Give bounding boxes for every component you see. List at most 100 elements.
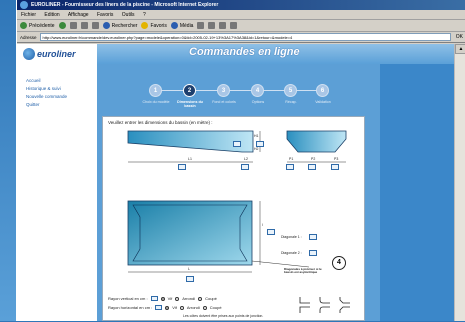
rayon-horizontal-row: Rayon horizontal en cm : Vif Arrondi Cou… <box>108 305 222 310</box>
logo-text: euroliner <box>37 49 76 59</box>
step-3[interactable]: 3 <box>217 84 230 97</box>
home-icon[interactable] <box>91 22 99 29</box>
corner-vif-icon <box>299 297 310 304</box>
label-p1: P1 <box>289 157 294 161</box>
step-4-label: Options <box>251 100 265 104</box>
step-4[interactable]: 4 <box>251 84 264 97</box>
mail-icon[interactable] <box>208 22 216 29</box>
step-1-label: Choix du modèle <box>142 100 170 104</box>
rayon-horizontal-radio-vif[interactable] <box>165 305 170 310</box>
rayon-horizontal-radio-arrondi[interactable] <box>179 305 184 310</box>
rayon-horizontal-input[interactable] <box>155 305 163 310</box>
corner-arrondi-icon <box>319 297 330 304</box>
rayon-vertical-input[interactable] <box>150 296 158 301</box>
screen: EUROLINER - Fournisseur des liners de la… <box>0 0 465 321</box>
browser-scrollbar[interactable]: ▲ <box>454 44 465 321</box>
step-marker: 4 <box>332 256 346 270</box>
rayon-vertical-radio-vif[interactable] <box>160 296 165 301</box>
menu-edition[interactable]: Edition <box>44 12 59 18</box>
step-5[interactable]: 5 <box>284 84 297 97</box>
step-1[interactable]: 1 <box>149 84 162 97</box>
rayon-vertical-radio-coupe[interactable] <box>198 296 203 301</box>
dim-input-h1[interactable] <box>233 141 241 147</box>
rayon-vertical-arrondi-label: Arrondi <box>182 296 196 301</box>
rayon-vertical-radio-arrondi[interactable] <box>175 296 180 301</box>
logo[interactable]: euroliner <box>23 48 76 60</box>
rayon-horizontal-vif-label: Vif <box>172 305 177 310</box>
media-label: Média <box>179 22 194 29</box>
menu-affichage[interactable]: Affichage <box>68 12 89 18</box>
media-button[interactable]: Média <box>170 20 194 32</box>
search-label: Rechercher <box>111 22 138 29</box>
ie-icon <box>20 1 28 9</box>
sidebar: euroliner Accueil Historique & suivi Nou… <box>17 44 97 321</box>
edit-icon[interactable] <box>230 22 238 29</box>
refresh-icon[interactable] <box>80 22 88 29</box>
top-view-shape <box>127 200 253 266</box>
dim-input-width[interactable] <box>267 229 275 235</box>
page-title: Commandes en ligne <box>189 46 300 58</box>
sidebar-item-accueil[interactable]: Accueil <box>26 77 67 85</box>
forward-arrow-icon[interactable] <box>58 22 66 29</box>
back-arrow-icon <box>20 22 27 29</box>
dim-input-p2[interactable] <box>308 164 316 170</box>
right-strip <box>380 64 465 321</box>
corner-coupe-h-icon <box>339 306 350 313</box>
step-6-label: Validation <box>315 100 331 104</box>
back-button[interactable]: Précédente <box>20 20 55 32</box>
sidebar-item-historique[interactable]: Historique & suivi <box>26 85 67 93</box>
dimensions-form: Veuillez entrer les dimensions du bassin… <box>102 116 365 321</box>
label-l2: L2 <box>244 157 248 161</box>
rayon-horizontal-coupe-label: Coupé <box>209 305 222 310</box>
toolbar: Précédente Rechercher Favoris Média <box>17 20 465 32</box>
dim-input-p3[interactable] <box>331 164 339 170</box>
dim-input-p1[interactable] <box>286 164 294 170</box>
corner-vif-h-icon <box>299 306 310 313</box>
search-icon <box>102 22 110 29</box>
dim-input-l2[interactable] <box>241 164 249 170</box>
diagonale1-input[interactable] <box>309 234 317 240</box>
menu-outils[interactable]: Outils <box>122 12 135 18</box>
window-title: EUROLINER - Fournisseur des liners de la… <box>31 2 219 8</box>
label-l1: L1 <box>188 157 192 161</box>
rayon-vertical-label: Rayon vertical en cm : <box>108 296 148 301</box>
address-input[interactable]: http://www.euroliner.fr/commande/dev.eur… <box>39 33 451 41</box>
menu-bar: Fichier Edition Affichage Favoris Outils… <box>17 10 465 20</box>
rayon-vertical-coupe-label: Coupé <box>205 296 217 301</box>
desktop-edge <box>0 0 16 321</box>
step-5-label: Récap. <box>285 100 297 104</box>
label-h2: H2 <box>254 147 259 151</box>
address-bar: Adresse http://www.euroliner.fr/commande… <box>17 32 465 43</box>
rayon-horizontal-arrondi-label: Arrondi <box>186 305 200 310</box>
back-label: Précédente <box>29 22 55 29</box>
sidebar-item-quitter[interactable]: Quitter <box>26 101 67 109</box>
step-6[interactable]: 6 <box>316 84 329 97</box>
search-button[interactable]: Rechercher <box>102 20 138 32</box>
menu-favoris[interactable]: Favoris <box>97 12 113 18</box>
address-label: Adresse <box>20 34 37 40</box>
scroll-up-icon[interactable]: ▲ <box>455 44 465 54</box>
diagonale1-label: Diagonale 1 : <box>281 235 302 239</box>
history-icon[interactable] <box>197 22 205 29</box>
sidebar-item-nouvelle-commande[interactable]: Nouvelle commande <box>26 93 67 101</box>
label-p2: P2 <box>311 157 316 161</box>
menu-help[interactable]: ? <box>143 12 146 18</box>
favorites-label: Favoris <box>150 22 167 29</box>
step-2[interactable]: 2 <box>183 84 196 97</box>
print-icon[interactable] <box>219 22 227 29</box>
diagonale2-input[interactable] <box>309 250 317 256</box>
rayon-horizontal-label: Rayon horizontal en cm : <box>108 305 153 310</box>
go-button[interactable]: OK <box>454 32 465 43</box>
menu-fichier[interactable]: Fichier <box>21 12 36 18</box>
step-2-label: Dimensions du bassin <box>177 100 203 108</box>
dim-input-length[interactable] <box>186 276 194 282</box>
diagonale2-label: Diagonale 2 : <box>281 251 302 255</box>
corner-arrondi-h-icon <box>319 306 330 313</box>
favorites-button[interactable]: Favoris <box>141 20 167 32</box>
pool-diagram <box>127 130 347 273</box>
form-footnote: Les côtes doivent être prises aux points… <box>183 314 264 318</box>
stop-icon[interactable] <box>69 22 77 29</box>
rayon-horizontal-radio-coupe[interactable] <box>202 305 207 310</box>
dim-input-l1[interactable] <box>178 164 186 170</box>
window-titlebar: EUROLINER - Fournisseur des liners de la… <box>17 0 465 10</box>
